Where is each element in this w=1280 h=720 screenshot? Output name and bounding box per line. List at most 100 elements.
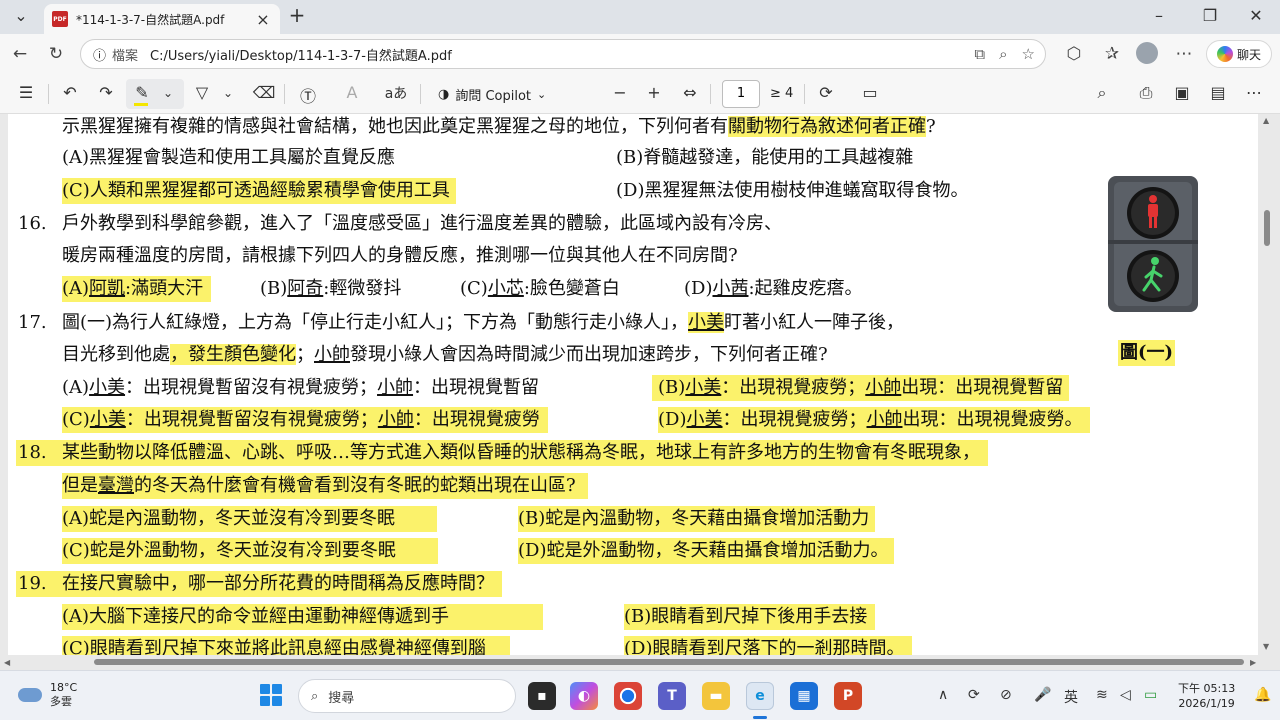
horizontal-scrollbar[interactable]: ◀ ▶ bbox=[0, 655, 1262, 669]
save-as-icon[interactable]: ▤ bbox=[1206, 83, 1230, 102]
zoom-out-icon[interactable]: − bbox=[608, 83, 632, 102]
more-menu-icon[interactable]: ⋯ bbox=[1172, 44, 1196, 64]
taskbar-search[interactable]: ⌕ 搜尋 bbox=[298, 679, 516, 713]
q16-a-name: 阿凱 bbox=[89, 278, 126, 299]
tab-list-chevron-icon[interactable]: ⌄ bbox=[10, 6, 32, 25]
page-count: ≥ 4 bbox=[770, 86, 794, 101]
volume-icon[interactable]: ◁ bbox=[1120, 687, 1131, 703]
task-view-icon[interactable]: ▪ bbox=[528, 682, 556, 710]
q18-line2: 但是臺灣的冬天為什麼會有機會看到沒有冬眠的蛇類出現在山區? bbox=[62, 473, 588, 499]
powerpoint-icon[interactable]: P bbox=[834, 682, 862, 710]
q17-option-d: (D)小美：出現視覺疲勞；小帥出現：出現視覺疲勞。 bbox=[658, 407, 1091, 433]
vertical-scrollbar[interactable]: ▲ ▼ bbox=[1262, 114, 1272, 655]
sync-icon[interactable]: ⟳ bbox=[968, 687, 980, 703]
undo-icon[interactable]: ↶ bbox=[58, 83, 82, 102]
close-tab-icon[interactable]: × bbox=[254, 10, 272, 29]
close-window-icon[interactable]: ✕ bbox=[1245, 6, 1267, 25]
new-tab-icon[interactable]: + bbox=[286, 3, 308, 27]
clock-date: 2026/1/19 bbox=[1178, 697, 1235, 710]
q17-name-xiaoshuai: 小帥 bbox=[314, 344, 350, 365]
zoom-in-icon[interactable]: + bbox=[642, 83, 666, 102]
scroll-up-icon[interactable]: ▲ bbox=[1263, 116, 1269, 125]
copilot-chat-button[interactable]: 聊天 bbox=[1206, 40, 1272, 68]
chrome-icon[interactable] bbox=[614, 682, 642, 710]
add-text-icon[interactable]: Ⓣ bbox=[296, 83, 320, 107]
q17-a-name1: 小美 bbox=[89, 377, 126, 398]
show-hidden-icons-icon[interactable]: ∧ bbox=[938, 687, 948, 703]
draw-icon[interactable]: ▽ bbox=[190, 83, 214, 102]
q19-line1-row: 19. 在接尺實驗中，哪一部分所花費的時間稱為反應時間？ bbox=[16, 571, 502, 597]
info-icon[interactable]: ⓘ bbox=[93, 45, 106, 64]
draw-options-chevron-icon[interactable]: ⌄ bbox=[216, 86, 240, 100]
store-icon[interactable]: ▦ bbox=[790, 682, 818, 710]
copilot-app-icon[interactable]: ◐ bbox=[570, 682, 598, 710]
q16-b-name: 阿奇 bbox=[287, 278, 324, 299]
page-view-icon[interactable]: ▭ bbox=[858, 83, 882, 102]
print-icon[interactable]: ⎙ bbox=[1134, 83, 1158, 103]
q15-text-line: 示黑猩猩擁有複雜的情感與社會結構，她也因此奠定黑猩猩之母的地位，下列何者有關動物… bbox=[62, 114, 936, 140]
scroll-right-icon[interactable]: ▶ bbox=[1250, 658, 1256, 667]
q16-d-text: :起雞皮疙瘩。 bbox=[748, 278, 863, 299]
q18-number: 18. bbox=[18, 442, 47, 463]
ime-indicator[interactable]: 英 bbox=[1064, 687, 1078, 707]
q16-b-label: (B) bbox=[260, 278, 288, 299]
start-button[interactable] bbox=[260, 684, 282, 706]
teams-icon[interactable]: T bbox=[658, 682, 686, 710]
search-icon[interactable]: ⌕ bbox=[1090, 83, 1114, 103]
page-number-input[interactable]: 1 bbox=[722, 80, 760, 108]
edge-active-indicator bbox=[753, 716, 767, 719]
weather-widget[interactable]: 18°C 多雲 bbox=[18, 681, 77, 709]
q17-option-c: (C)小美：出現視覺暫留沒有視覺疲勞；小帥：出現視覺疲勞 bbox=[62, 407, 548, 433]
q17-option-a: (A)小美：出現視覺暫留沒有視覺疲勞；小帥：出現視覺暫留 bbox=[62, 375, 539, 401]
q17-b-name1: 小美 bbox=[685, 377, 722, 398]
extensions-icon[interactable]: ⬡ bbox=[1062, 44, 1086, 64]
q16-a-text: :滿頭大汗 bbox=[125, 278, 204, 299]
q16-line1: 戶外教學到科學館參觀，進入了「溫度感受區」進行溫度差異的體驗，此區域內設有冷房、 bbox=[62, 213, 782, 234]
favorite-star-icon[interactable]: ☆ bbox=[1022, 45, 1035, 63]
q17-d-name1: 小美 bbox=[686, 409, 723, 430]
weather-condition: 多雲 bbox=[50, 695, 72, 708]
address-url[interactable]: C:/Users/yiali/Desktop/114-1-3-7-自然試題A.p… bbox=[150, 45, 452, 64]
figure-caption: 圖(一) bbox=[1118, 340, 1176, 366]
battery-icon[interactable]: ▭ bbox=[1144, 687, 1157, 703]
q19-option-c: (C)眼睛看到尺掉下來並將此訊息經由感覺神經傳到腦 bbox=[62, 636, 510, 655]
vertical-scroll-thumb[interactable] bbox=[1264, 210, 1270, 246]
immersive-reader-icon[interactable]: ⧉ bbox=[974, 45, 985, 63]
q19-option-a: (A)大腦下達接尺的命令並經由運動神經傳遞到手 bbox=[62, 604, 544, 630]
wifi-icon[interactable]: ≋ bbox=[1096, 687, 1108, 703]
microphone-icon[interactable]: 🎤 bbox=[1034, 687, 1051, 703]
back-icon[interactable]: ← bbox=[8, 44, 32, 64]
system-clock[interactable]: 下午 05:13 2026/1/19 bbox=[1178, 681, 1235, 711]
redo-icon[interactable]: ↷ bbox=[94, 83, 118, 102]
rotate-icon[interactable]: ⟳ bbox=[814, 83, 838, 102]
highlight-options-chevron-icon[interactable]: ⌄ bbox=[156, 86, 180, 100]
contents-list-icon[interactable]: ☰ bbox=[14, 83, 38, 102]
profile-avatar[interactable] bbox=[1136, 42, 1158, 64]
q17-b-label: (B) bbox=[658, 377, 686, 398]
address-bar[interactable]: ⓘ 檔案 C:/Users/yiali/Desktop/114-1-3-7-自然… bbox=[80, 39, 1046, 69]
eraser-icon[interactable]: ⌫ bbox=[252, 83, 276, 102]
read-aloud-icon[interactable]: aあ bbox=[384, 83, 408, 103]
ask-copilot-button[interactable]: ◑ 詢問 Copilot ⌄ bbox=[438, 85, 546, 104]
minimize-icon[interactable]: – bbox=[1148, 6, 1170, 25]
scroll-down-icon[interactable]: ▼ bbox=[1263, 642, 1269, 651]
notification-bell-icon[interactable]: 🔔 bbox=[1254, 687, 1271, 703]
fit-width-icon[interactable]: ⇔ bbox=[678, 83, 702, 102]
text-format-icon[interactable]: A bbox=[340, 83, 364, 102]
favorites-icon[interactable]: ✰ bbox=[1100, 44, 1124, 64]
scroll-left-icon[interactable]: ◀ bbox=[4, 658, 10, 667]
q17-d-label: (D) bbox=[658, 409, 687, 430]
q17-a-name2: 小帥 bbox=[377, 377, 414, 398]
q17-line1-text-b: 盯著小紅人一陣子後， bbox=[724, 312, 905, 333]
zoom-icon[interactable]: ⌕ bbox=[999, 45, 1007, 63]
file-explorer-icon[interactable]: ▬ bbox=[702, 682, 730, 710]
save-icon[interactable]: ▣ bbox=[1170, 83, 1194, 102]
network-off-icon[interactable]: ⊘ bbox=[1000, 687, 1012, 703]
horizontal-scroll-thumb[interactable] bbox=[94, 659, 1244, 665]
restore-icon[interactable]: ❐ bbox=[1199, 6, 1221, 25]
tab-pdf[interactable]: PDF *114-1-3-7-自然試題A.pdf × bbox=[44, 4, 280, 34]
more-options-icon[interactable]: ⋯ bbox=[1242, 83, 1266, 102]
edge-icon[interactable]: e bbox=[746, 682, 774, 710]
refresh-icon[interactable]: ↻ bbox=[44, 44, 68, 64]
q18-line2-text: 但是 bbox=[62, 475, 98, 496]
